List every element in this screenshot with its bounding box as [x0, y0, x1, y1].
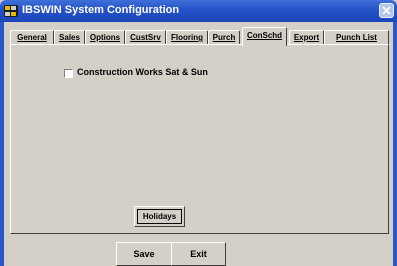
tab-options[interactable]: Options [85, 30, 125, 45]
tab-conschd[interactable]: ConSchd [242, 27, 287, 46]
tab-custsrv[interactable]: CustSrv [125, 30, 166, 45]
tab-general[interactable]: General [10, 30, 54, 45]
app-icon [4, 5, 18, 17]
tab-purch[interactable]: Purch [208, 30, 240, 45]
holidays-label: Holidays [137, 209, 182, 224]
save-button[interactable]: Save [116, 242, 172, 266]
tab-flooring[interactable]: Flooring [166, 30, 208, 45]
config-window: IBSWIN System Configuration General Sale… [0, 0, 397, 266]
construction-weekend-checkbox[interactable] [64, 69, 73, 78]
exit-button[interactable]: Exit [171, 242, 226, 266]
window-frame-left [0, 22, 4, 266]
construction-weekend-label[interactable]: Construction Works Sat & Sun [77, 67, 208, 77]
holidays-button[interactable]: Holidays [134, 206, 185, 227]
close-icon [382, 6, 391, 15]
tab-export[interactable]: Export [289, 30, 324, 45]
window-title: IBSWIN System Configuration [22, 4, 180, 16]
tab-sales[interactable]: Sales [54, 30, 85, 45]
tab-punch-list[interactable]: Punch List [324, 30, 389, 45]
window-frame-right [393, 22, 397, 266]
close-button[interactable] [379, 3, 394, 18]
title-bar[interactable]: IBSWIN System Configuration [0, 0, 397, 22]
